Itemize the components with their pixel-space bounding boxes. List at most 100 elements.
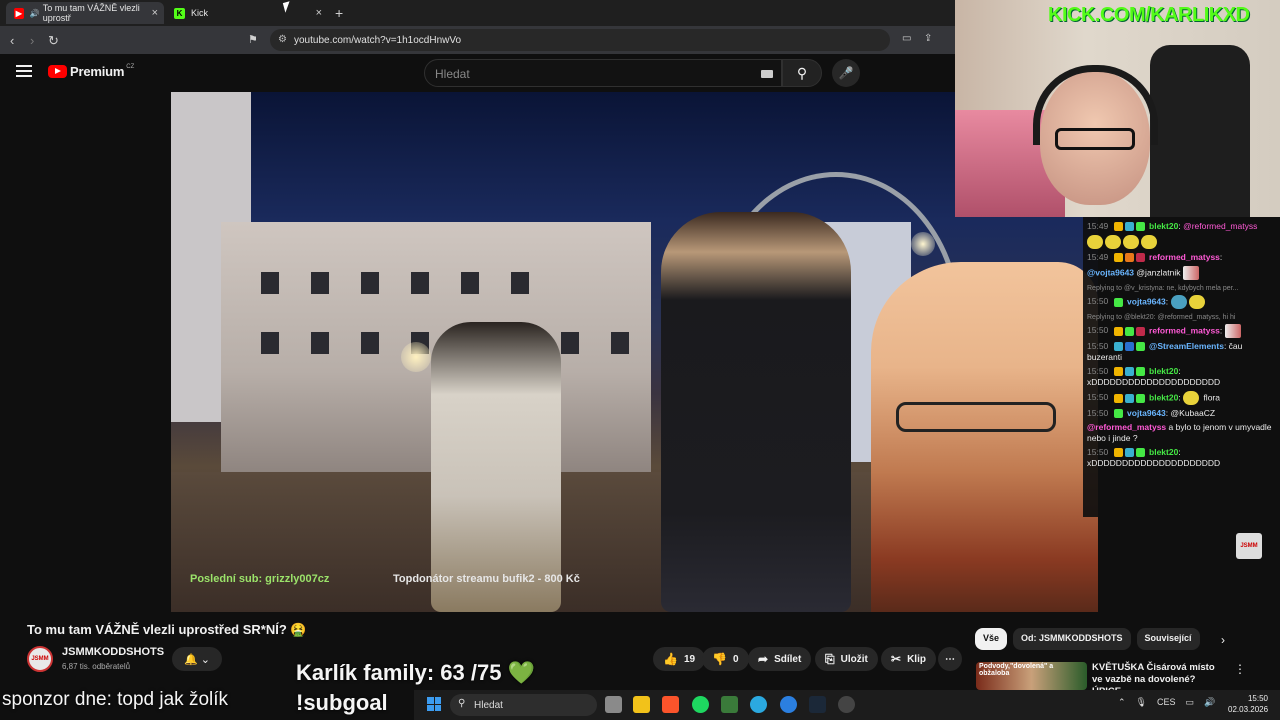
cast-icon[interactable]: ▭ xyxy=(902,33,911,44)
chat-username[interactable]: reformed_matyss xyxy=(1149,252,1220,262)
share-button[interactable]: ➦ Sdílet xyxy=(748,647,812,671)
clip-button[interactable]: ✂ Klip xyxy=(881,647,936,671)
channel-logo: JSMM xyxy=(1236,533,1262,559)
spotify-icon[interactable] xyxy=(692,696,709,713)
address-bar[interactable]: ⚙ youtube.com/watch?v=1h1ocdHnwVo xyxy=(270,29,890,51)
youtube-play-icon xyxy=(48,65,67,78)
chat-text: @KubaaCZ xyxy=(1170,408,1216,418)
chevron-up-icon[interactable]: ⌃ xyxy=(1118,697,1126,708)
reload-icon[interactable]: ↻ xyxy=(48,33,59,49)
badge-icon xyxy=(1113,253,1123,263)
chat-username[interactable]: reformed_matyss xyxy=(1149,325,1220,335)
badge-icon xyxy=(1135,448,1145,458)
badge-icon xyxy=(1124,222,1134,232)
chat-username[interactable]: vojta9643 xyxy=(1127,408,1166,418)
youtube-logo[interactable]: Premium CZ xyxy=(48,64,134,79)
more-actions-button[interactable]: ⋯ xyxy=(938,647,962,671)
app-icon[interactable] xyxy=(721,696,738,713)
badge-icon xyxy=(1135,253,1145,263)
kebab-menu-icon[interactable]: ⋮ xyxy=(1234,662,1246,676)
dislike-button[interactable]: 👎 0 xyxy=(702,647,749,671)
windows-start-icon[interactable] xyxy=(427,697,441,711)
chat-text: @reformed_matyss xyxy=(1183,221,1258,231)
recommendation-thumbnail[interactable]: Podvody,"dovolená" a obžaloba xyxy=(976,662,1087,690)
chat-message: 15:50 reformed_matyss: xyxy=(1087,324,1276,338)
chat-time: 15:49 xyxy=(1087,221,1109,231)
chevron-right-icon[interactable]: › xyxy=(1221,633,1225,647)
speaker-icon[interactable]: 🔊 xyxy=(30,9,40,18)
chat-text: flora xyxy=(1203,392,1220,403)
badge-icon xyxy=(1113,409,1123,419)
language-indicator[interactable]: CES xyxy=(1157,697,1176,708)
obs-icon[interactable] xyxy=(838,696,855,713)
app-icon[interactable] xyxy=(750,696,767,713)
steam-icon[interactable] xyxy=(809,696,826,713)
system-tray: ⌃ 🎙 CES ▭ 🔊 xyxy=(1118,697,1215,708)
network-icon[interactable]: ▭ xyxy=(1186,697,1195,708)
notification-bell-button[interactable]: 🔔 ⌄ xyxy=(172,647,222,671)
badge-icon xyxy=(1124,393,1134,403)
chat-time: 15:50 xyxy=(1087,392,1109,403)
more-icon: ⋯ xyxy=(945,653,955,665)
emote-icon xyxy=(1224,324,1241,338)
chat-username[interactable]: @reformed_matyss xyxy=(1087,422,1166,432)
new-tab-button[interactable]: + xyxy=(335,5,343,21)
menu-icon[interactable] xyxy=(16,65,32,80)
chat-username[interactable]: blekt20 xyxy=(1149,221,1178,231)
badge-icon xyxy=(1124,326,1134,336)
search-input[interactable]: Hledat xyxy=(424,59,782,87)
chat-username[interactable]: blekt20 xyxy=(1149,366,1178,376)
tab-kick[interactable]: K Kick × xyxy=(166,2,328,24)
forward-icon[interactable]: › xyxy=(30,33,34,48)
chip-all[interactable]: Vše xyxy=(975,628,1008,650)
close-tab-icon[interactable]: × xyxy=(316,7,322,19)
share-icon[interactable]: ⇪ xyxy=(924,33,932,44)
clock[interactable]: 15:50 02.03.2026 xyxy=(1228,693,1268,715)
youtube-header: Premium CZ Hledat ⚲ 🎤 xyxy=(0,54,955,92)
site-info-icon[interactable]: ⚙ xyxy=(278,34,287,45)
tab-youtube[interactable]: ▶ 🔊 To mu tam VÁŽNĚ vlezli uprostř × xyxy=(6,2,164,24)
kick-icon: K xyxy=(174,7,185,19)
like-count: 19 xyxy=(683,653,696,665)
close-tab-icon[interactable]: × xyxy=(152,7,158,19)
channel-avatar[interactable]: JSMM xyxy=(27,646,53,672)
chat-username[interactable]: vojta9643 xyxy=(1127,296,1166,306)
glasses xyxy=(1055,128,1135,150)
badge-icon xyxy=(1113,367,1123,377)
mic-icon[interactable]: 🎙 xyxy=(1136,697,1147,708)
chat-text: @janzlatnik xyxy=(1136,267,1181,278)
taskbar-search[interactable]: ⚲ Hledat xyxy=(450,694,597,716)
like-button[interactable]: 👍 19 xyxy=(653,647,706,671)
brave-browser-icon[interactable] xyxy=(662,696,679,713)
volume-icon[interactable]: 🔊 xyxy=(1204,697,1215,708)
keyboard-icon[interactable] xyxy=(761,70,773,78)
emote-icon xyxy=(1087,235,1103,249)
search-button[interactable]: ⚲ xyxy=(782,59,822,87)
app-icon[interactable] xyxy=(780,696,797,713)
search-placeholder: Hledat xyxy=(435,67,470,81)
mic-icon: 🎤 xyxy=(838,66,854,80)
save-button[interactable]: ⎘ Uložit xyxy=(815,647,878,671)
badge-icon xyxy=(1124,253,1134,263)
scissors-icon: ✂ xyxy=(891,652,902,666)
browser-nav-bar: ‹ › ↻ ⚑ ⚙ youtube.com/watch?v=1h1ocdHnwV… xyxy=(0,26,955,54)
chat-username[interactable]: @vojta9643 xyxy=(1087,267,1134,277)
file-explorer-icon[interactable] xyxy=(633,696,650,713)
chat-message: 15:50 @StreamElements: čau buzeranti xyxy=(1087,341,1243,362)
bookmark-icon[interactable]: ⚑ xyxy=(248,33,258,46)
chevron-down-icon: ⌄ xyxy=(200,653,210,666)
channel-name[interactable]: JSMMKODDSHOTS xyxy=(62,646,164,658)
badge-icon xyxy=(1113,297,1123,307)
chip-channel[interactable]: Od: JSMMKODDSHOTS xyxy=(1013,628,1131,650)
chat-username[interactable]: @StreamElements xyxy=(1149,341,1224,351)
back-icon[interactable]: ‹ xyxy=(10,33,14,48)
chip-related[interactable]: Související xyxy=(1136,628,1200,650)
chat-username[interactable]: blekt20 xyxy=(1149,447,1178,457)
chat-time: 15:50 xyxy=(1087,325,1109,336)
voice-search-button[interactable]: 🎤 xyxy=(832,59,860,87)
emote-icon xyxy=(1123,235,1139,249)
task-view-icon[interactable] xyxy=(605,696,622,713)
logo-word: Premium xyxy=(70,64,125,79)
chat-username[interactable]: blekt20 xyxy=(1149,392,1178,402)
badge-icon xyxy=(1135,393,1145,403)
